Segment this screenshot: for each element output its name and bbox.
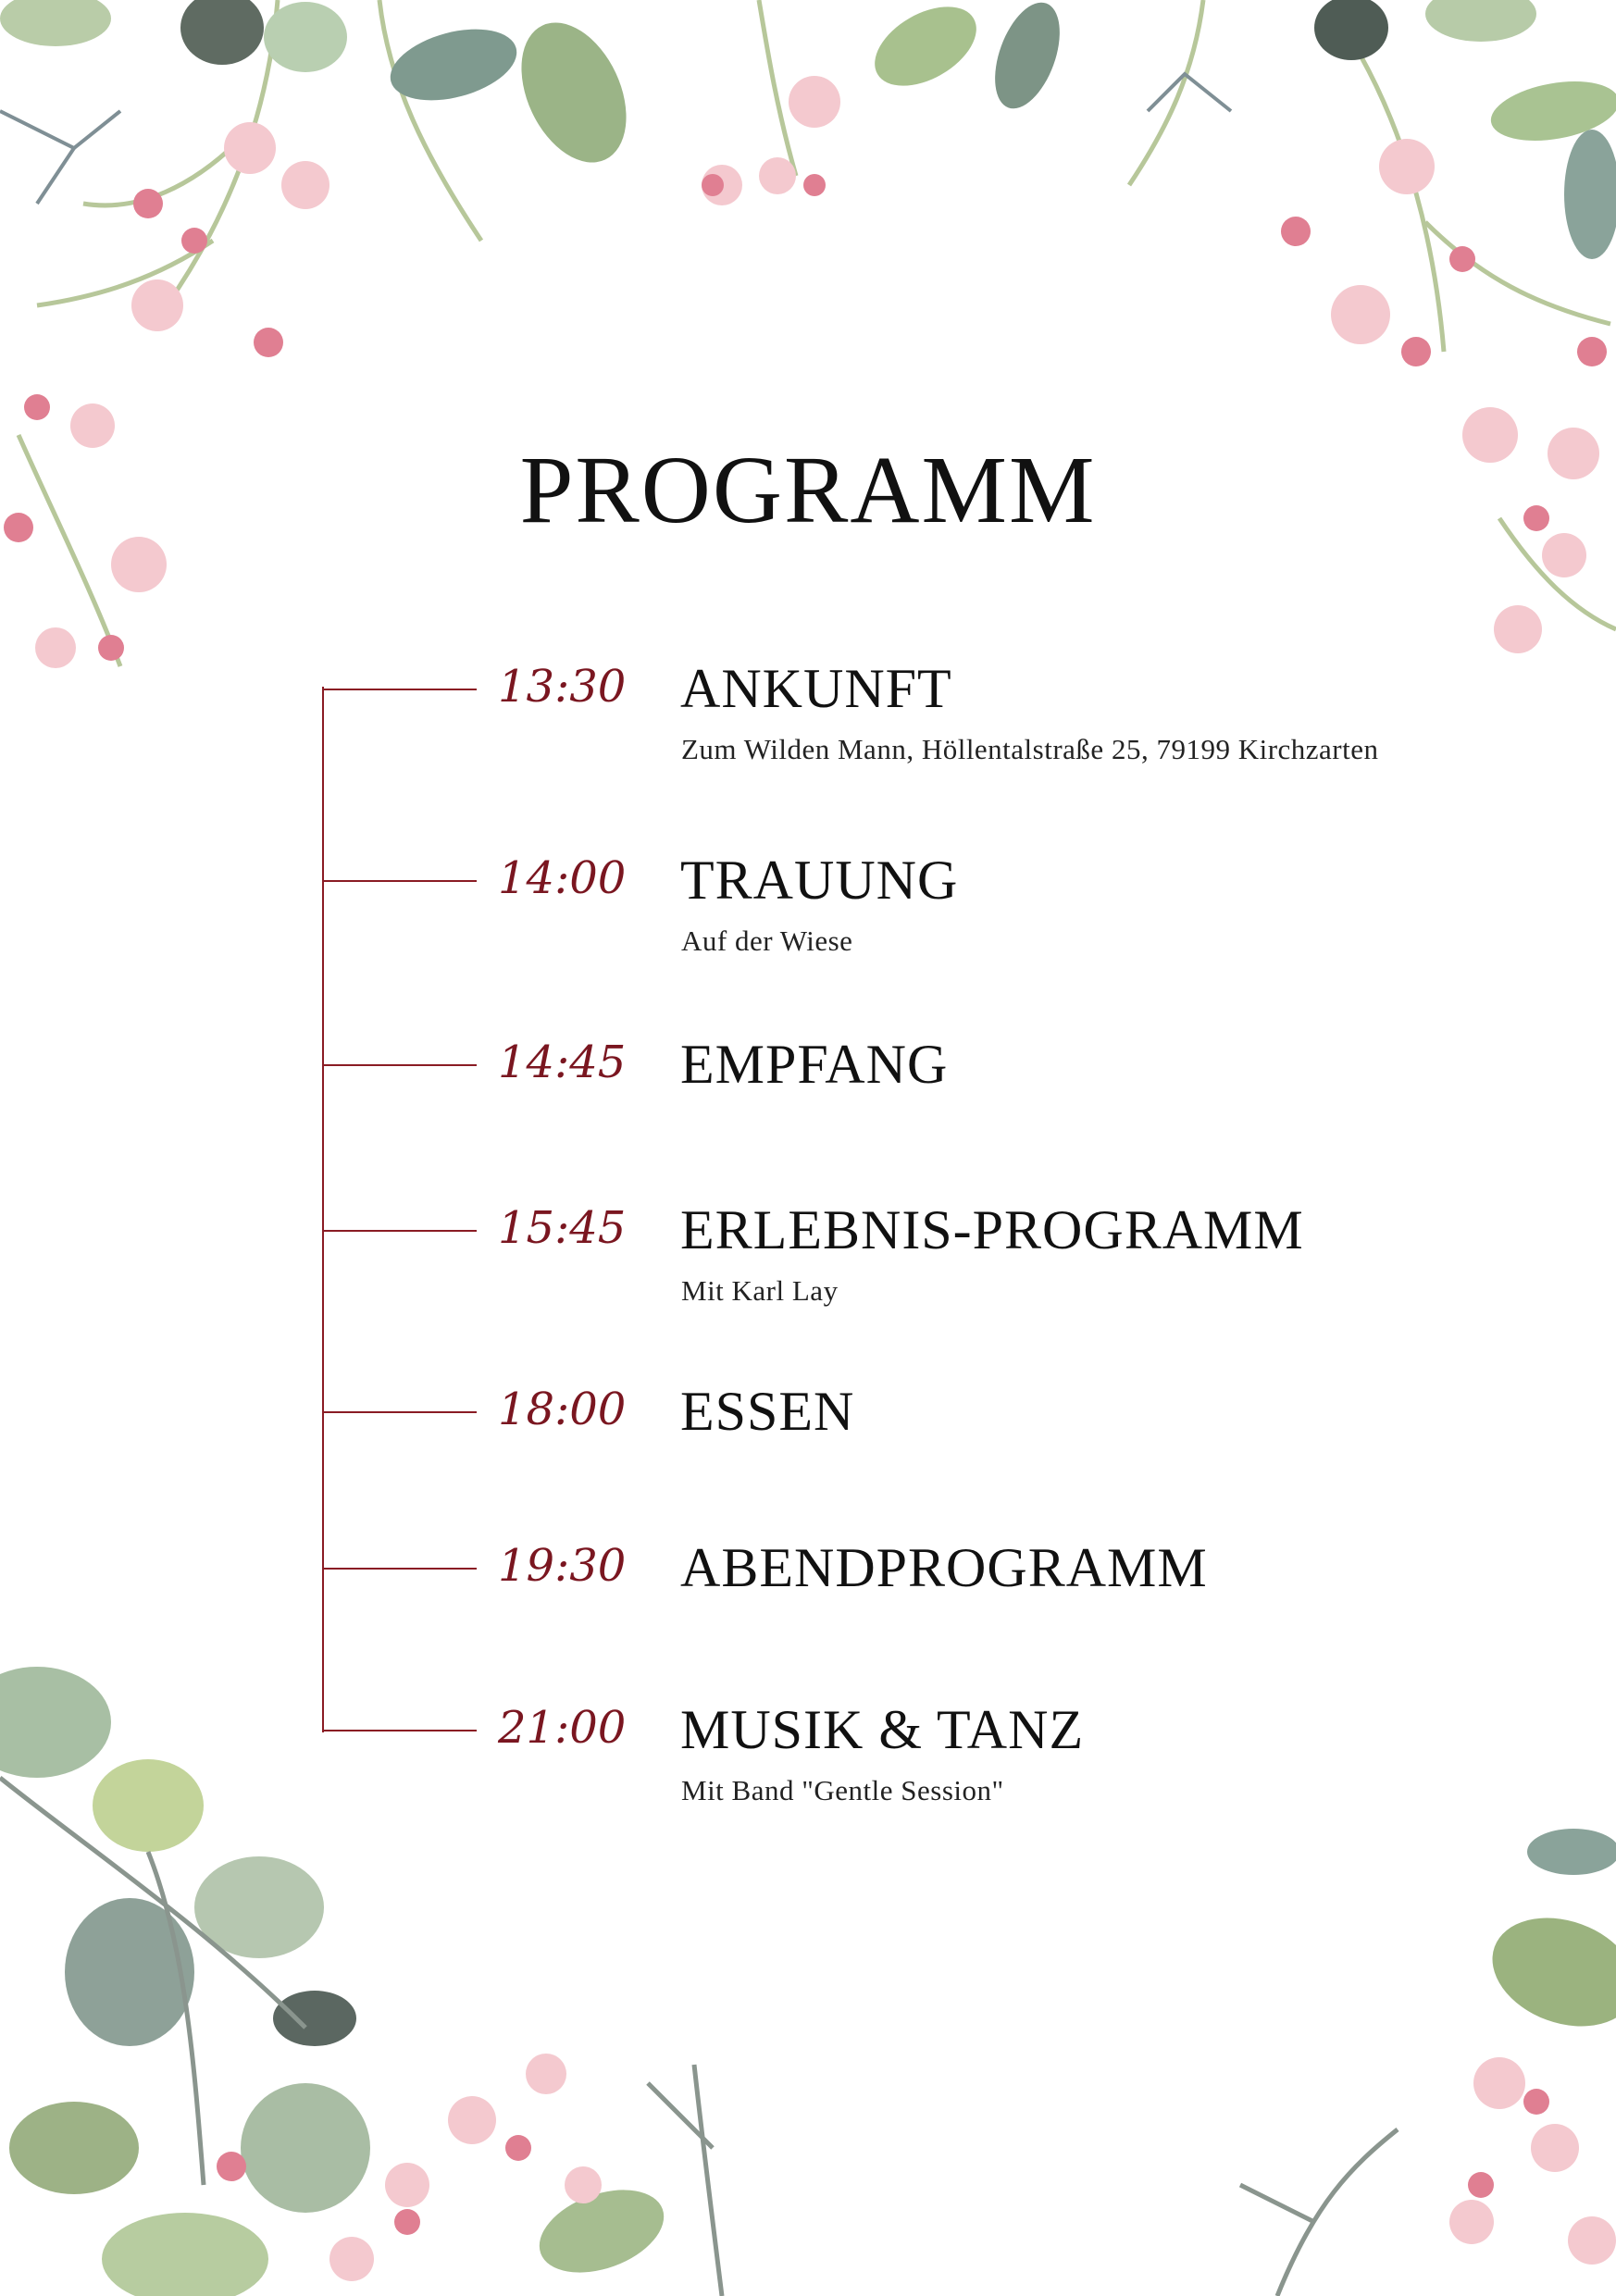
event-time: 19:30 <box>498 1540 627 1592</box>
event-time: 14:45 <box>498 1036 627 1088</box>
timeline-tick <box>322 689 477 690</box>
event-name: ANKUNFT <box>680 658 952 719</box>
event-detail: Mit Band "Gentle Session" <box>681 1774 1004 1806</box>
event-time: 15:45 <box>498 1202 627 1254</box>
event-name: ESSEN <box>680 1381 855 1442</box>
event-detail: Zum Wilden Mann, Höllentalstraße 25, 791… <box>681 733 1379 765</box>
timeline-tick <box>322 1411 477 1413</box>
event-detail: Mit Karl Lay <box>681 1274 839 1307</box>
event-name: ERLEBNIS-PROGRAMM <box>680 1199 1304 1260</box>
event-time: 21:00 <box>498 1702 627 1754</box>
timeline-tick <box>322 1230 477 1232</box>
timeline-tick <box>322 1730 477 1731</box>
floral-border-bottom-icon <box>0 1667 1616 2296</box>
event-name: MUSIK & TANZ <box>680 1699 1085 1760</box>
event-time: 14:00 <box>498 852 627 904</box>
timeline-tick <box>322 1064 477 1066</box>
timeline-line <box>322 687 324 1732</box>
event-time: 18:00 <box>498 1384 627 1435</box>
event-name: TRAUUNG <box>680 850 959 911</box>
event-name: ABENDPROGRAMM <box>680 1537 1208 1598</box>
event-detail: Auf der Wiese <box>681 925 853 957</box>
event-name: EMPFANG <box>680 1034 949 1095</box>
timeline-tick <box>322 880 477 882</box>
page-title: PROGRAMM <box>519 437 1097 543</box>
floral-border-top-icon <box>0 0 1616 668</box>
event-time: 13:30 <box>498 661 627 713</box>
timeline-tick <box>322 1568 477 1570</box>
